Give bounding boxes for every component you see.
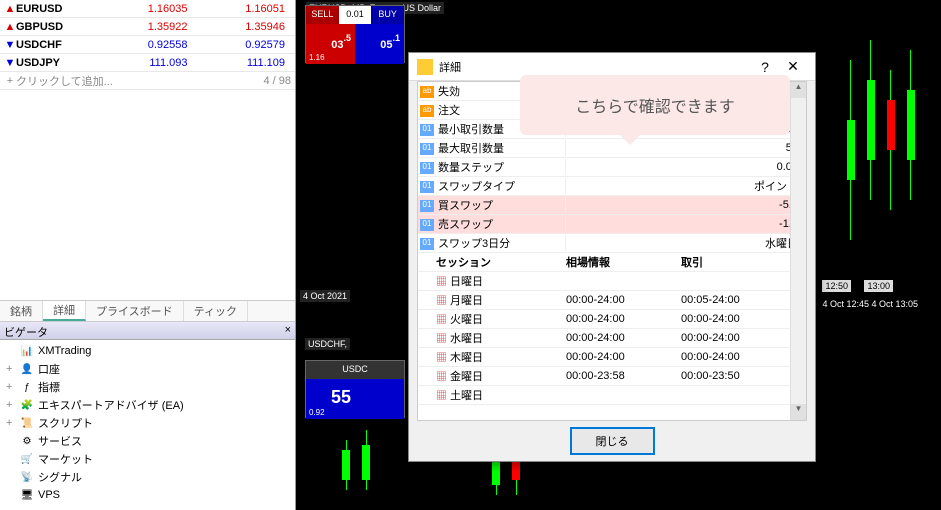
tab-details[interactable]: 詳細 xyxy=(43,301,86,321)
navigator-tree: 📊XMTrading+👤口座+ƒ指標+🧩エキスパートアドバイザ (EA)+📜スク… xyxy=(0,340,295,510)
quote-row[interactable]: ▼USDCHF0.925580.92579 xyxy=(0,36,295,54)
session-row: ▦ 日曜日 xyxy=(418,272,806,291)
close-button[interactable]: 閉じる xyxy=(570,427,655,455)
tree-item[interactable]: +🧩エキスパートアドバイザ (EA) xyxy=(2,396,293,414)
annotation-callout: こちらで確認できます xyxy=(520,75,790,135)
help-icon[interactable]: ? xyxy=(751,59,779,75)
close-icon[interactable]: ✕ xyxy=(779,58,807,75)
quote-row[interactable]: ▲EURUSD1.160351.16051 xyxy=(0,0,295,18)
time-label: 13:00 xyxy=(864,280,893,292)
quotes-panel: ▲EURUSD1.160351.16051▲GBPUSD1.359221.359… xyxy=(0,0,295,72)
sell-button[interactable]: SELL xyxy=(306,6,339,24)
tab-priceboard[interactable]: プライスボード xyxy=(86,301,184,321)
tree-item[interactable]: 🖥VPS xyxy=(2,486,293,504)
scrollbar[interactable]: ▲ ▼ xyxy=(790,82,806,420)
session-row: ▦ 木曜日00:00-24:0000:00-24:00 xyxy=(418,348,806,367)
session-header: セッション相場情報取引 xyxy=(418,253,806,272)
scroll-down-icon[interactable]: ▼ xyxy=(791,404,806,420)
chart2-label: USDCHF, xyxy=(305,338,350,350)
add-symbol-row[interactable]: + クリックして追加... 4 / 98 xyxy=(0,72,295,90)
dialog-icon xyxy=(417,59,433,75)
quote-row[interactable]: ▼USDJPY111.093111.109 xyxy=(0,54,295,72)
scroll-up-icon[interactable]: ▲ xyxy=(791,82,806,98)
tree-item[interactable]: 📊XMTrading xyxy=(2,342,293,360)
lot-input[interactable]: 0.01 xyxy=(339,6,372,24)
tree-item[interactable]: +📜スクリプト xyxy=(2,414,293,432)
time-label: 12:50 xyxy=(822,280,851,292)
tree-item[interactable]: ⚙サービス xyxy=(2,432,293,450)
navigator-header: ビゲータ × xyxy=(0,322,295,340)
quote-row[interactable]: ▲GBPUSD1.359221.35946 xyxy=(0,18,295,36)
one-click-trade-usdchf: USDC 0.9255 xyxy=(305,360,405,418)
date-label: 4 Oct 2021 xyxy=(300,290,350,302)
one-click-trade-eurusd: SELL 0.01 BUY 1.1603.5 05.1 xyxy=(305,5,405,63)
tab-symbols[interactable]: 銘柄 xyxy=(0,301,43,321)
tree-item[interactable]: +ƒ指標 xyxy=(2,378,293,396)
session-row: ▦ 金曜日00:00-23:5800:00-23:50 xyxy=(418,367,806,386)
tree-item[interactable]: 🛒マーケット xyxy=(2,450,293,468)
tree-item[interactable]: +👤口座 xyxy=(2,360,293,378)
session-row: ▦ 月曜日00:00-24:0000:05-24:00 xyxy=(418,291,806,310)
property-row: 01売スワップ-1.1 xyxy=(418,215,806,234)
tree-item[interactable]: 📡シグナル xyxy=(2,468,293,486)
property-row: 01スワップ3日分水曜日 xyxy=(418,234,806,253)
buy-button[interactable]: BUY xyxy=(371,6,404,24)
close-icon[interactable]: × xyxy=(285,324,291,337)
session-row: ▦ 水曜日00:00-24:0000:00-24:00 xyxy=(418,329,806,348)
session-row: ▦ 土曜日 xyxy=(418,386,806,405)
session-row: ▦ 火曜日00:00-24:0000:00-24:00 xyxy=(418,310,806,329)
property-row: 01買スワップ-5.4 xyxy=(418,196,806,215)
axis-label: 4 Oct 12:45 4 Oct 13:05 xyxy=(819,298,921,310)
tab-tick[interactable]: ティック xyxy=(184,301,248,321)
market-tabs: 銘柄 詳細 プライスボード ティック xyxy=(0,300,295,322)
dialog-title: 詳細 xyxy=(439,59,751,75)
property-row: 01スワップタイプポイント xyxy=(418,177,806,196)
